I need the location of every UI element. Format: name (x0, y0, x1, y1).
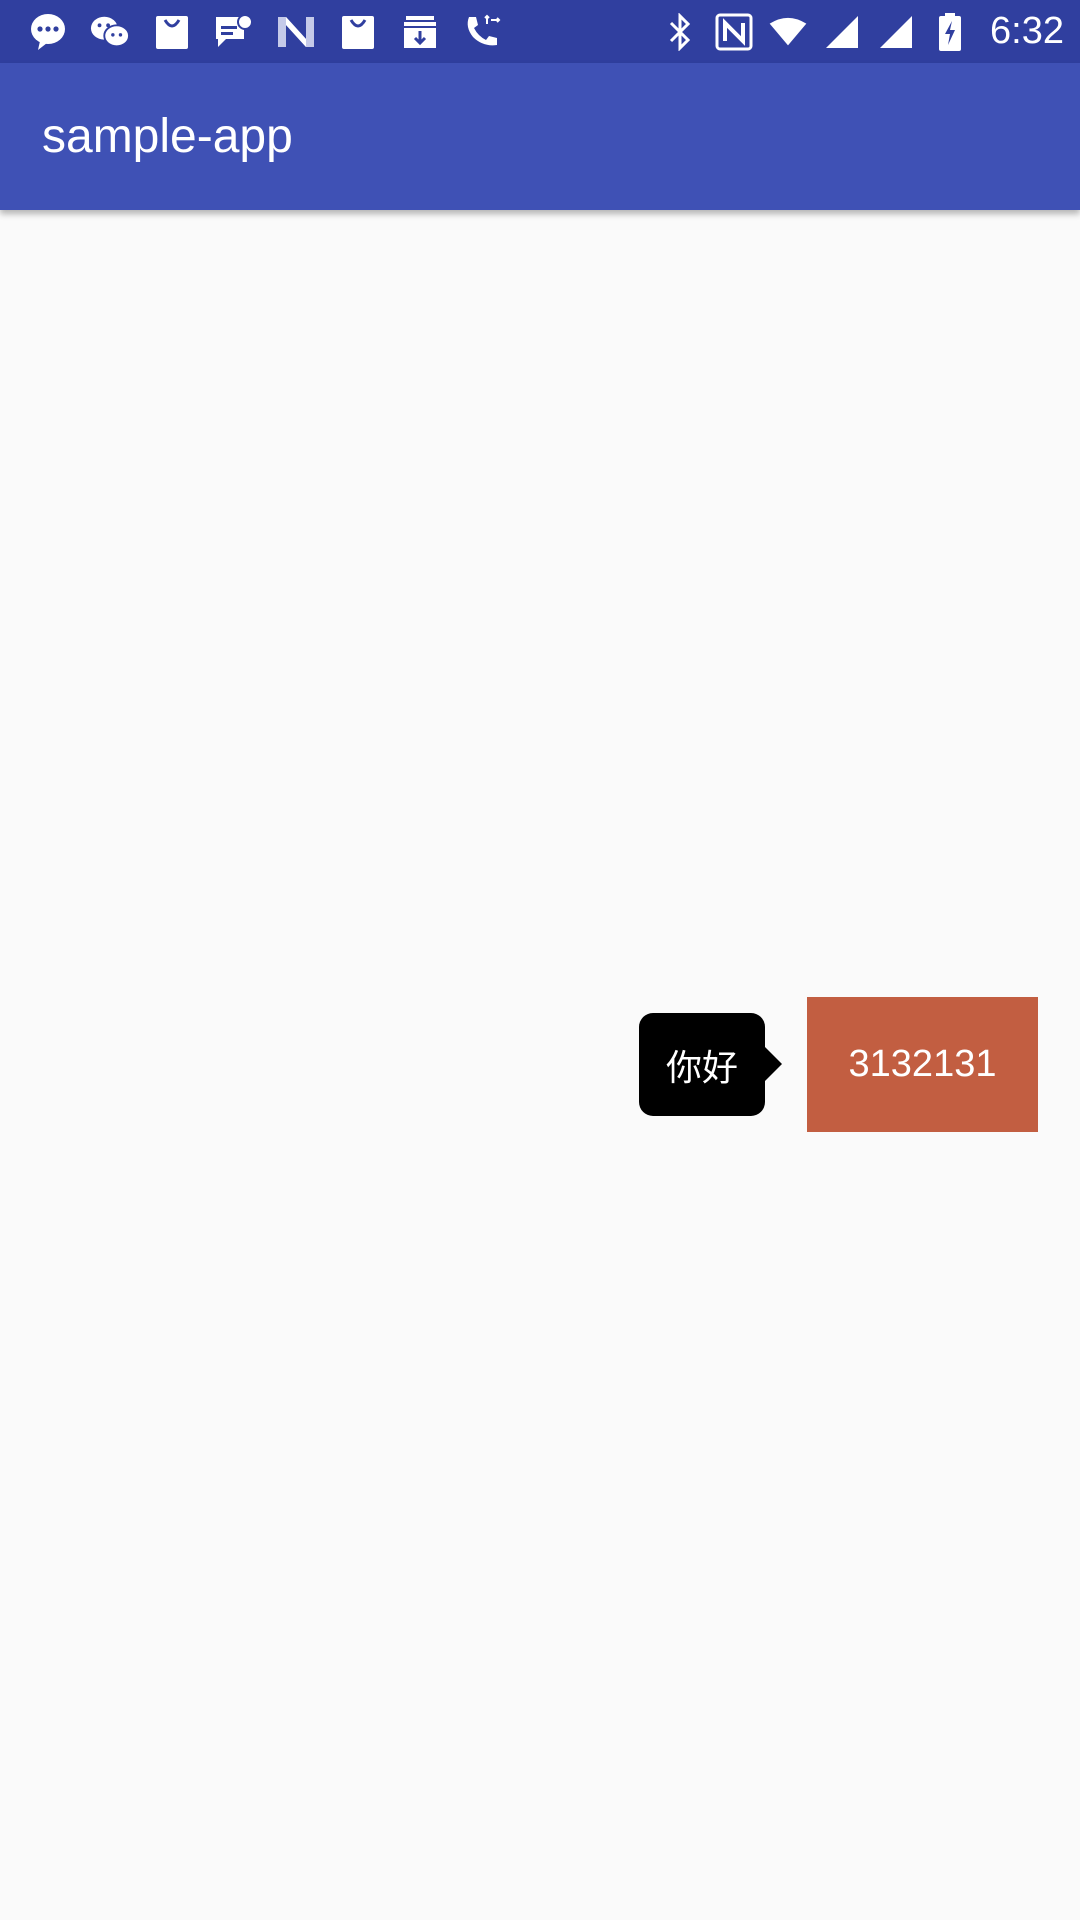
tooltip: 你好 (639, 1013, 765, 1116)
app-bar: sample-app (0, 63, 1080, 210)
wifi-icon (768, 12, 808, 52)
signal-icon (876, 12, 916, 52)
wechat-icon (90, 12, 130, 52)
nfc-icon (714, 12, 754, 52)
archive-download-icon (400, 12, 440, 52)
n-app-icon (276, 12, 316, 52)
phone-forward-icon (462, 12, 502, 52)
signal-icon (822, 12, 862, 52)
app-title: sample-app (42, 110, 293, 163)
battery-charging-icon (930, 12, 970, 52)
system-icons: 6:32 (660, 0, 1064, 63)
tooltip-text: 你好 (665, 1047, 738, 1089)
status-time: 6:32 (990, 10, 1064, 52)
bluetooth-icon (660, 12, 700, 52)
tooltip-arrow (765, 1047, 782, 1081)
notification-icons (28, 0, 502, 63)
message-icon (28, 12, 68, 52)
chat-notification-icon (214, 12, 254, 52)
shopping-bag-icon (152, 12, 192, 52)
target-button[interactable]: 3132131 (807, 997, 1038, 1132)
status-bar: 6:32 (0, 0, 1080, 63)
shopping-bag-icon (338, 12, 378, 52)
